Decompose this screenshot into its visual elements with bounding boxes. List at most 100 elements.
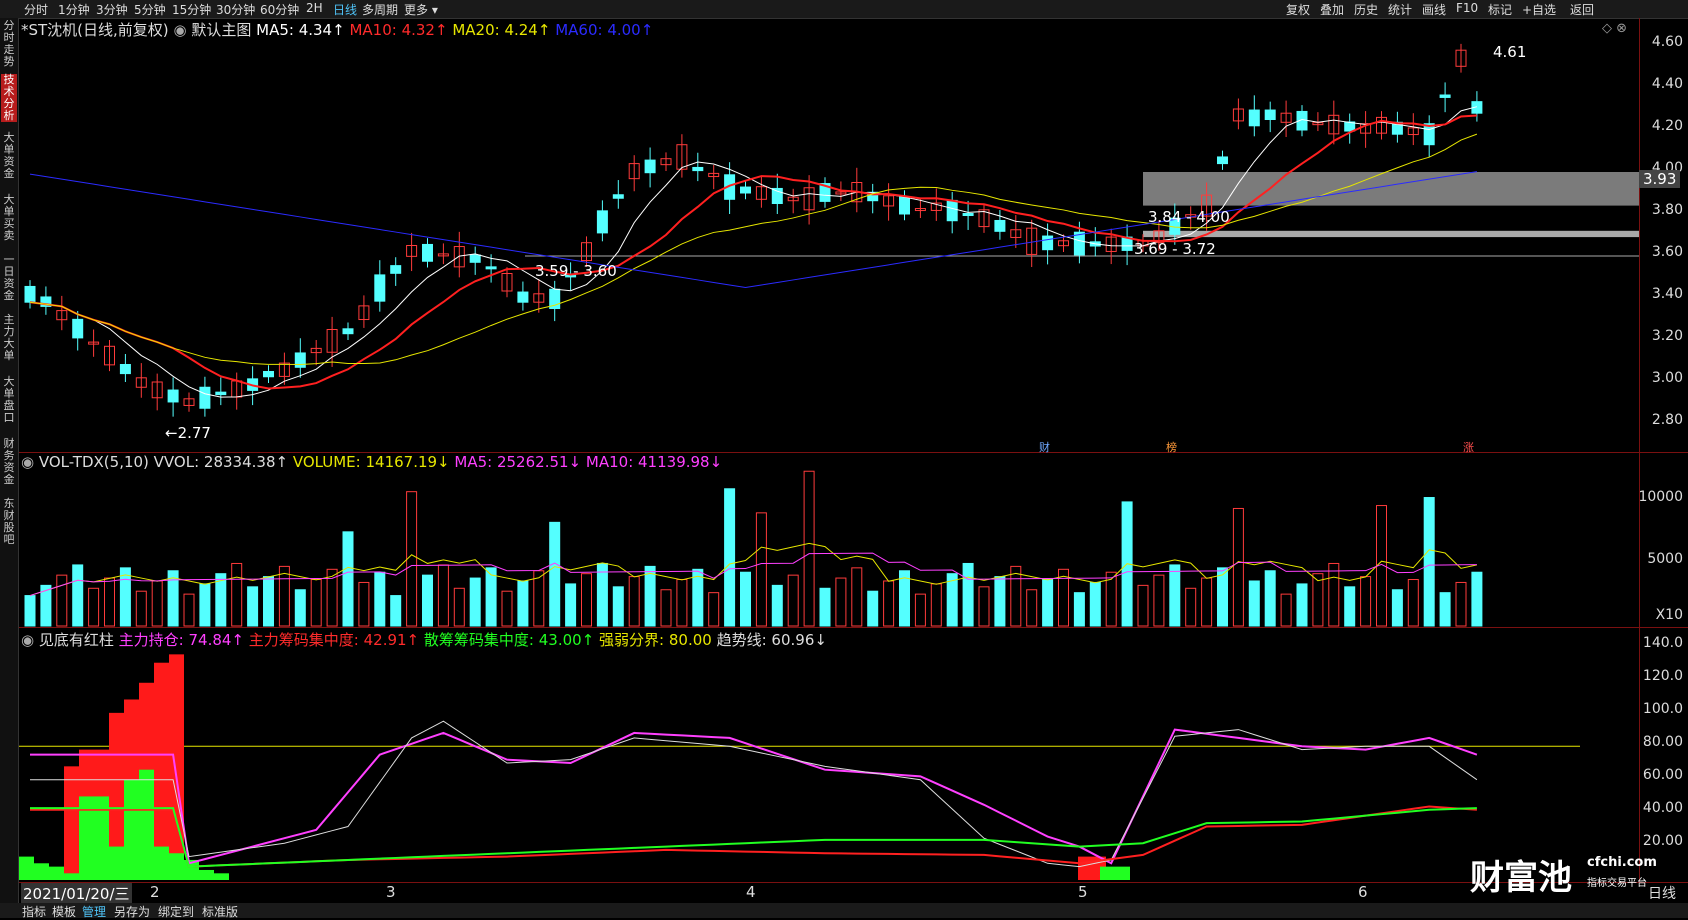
green-column — [199, 869, 214, 880]
green-column — [34, 863, 49, 880]
volume-ma10-line — [29, 552, 1477, 597]
volume-ma5-line — [29, 542, 1478, 597]
settings-icon[interactable]: ◇ — [1602, 21, 1612, 36]
candle — [740, 186, 751, 194]
candle — [1264, 109, 1276, 121]
volume-bar — [1328, 562, 1340, 627]
volume-bar — [978, 586, 990, 627]
volume-bar — [1058, 568, 1069, 627]
volume-bar — [867, 590, 879, 627]
volume-bar — [56, 574, 68, 627]
volume-title[interactable]: VOL-TDX(5,10) VVOL: 28334.38↑ — [39, 453, 288, 471]
ma60-value: MA60: 4.00↑ — [555, 21, 654, 39]
support-zone-label: 3.59 - 3.60 — [535, 262, 617, 280]
volume-ma5: MA5: 25262.51↓ — [454, 453, 582, 471]
indicator-title[interactable]: 见底有红柱 — [39, 631, 114, 649]
main-concentration-line — [30, 805, 1477, 868]
green-column — [64, 873, 79, 880]
tab-save-as[interactable]: 另存为 — [114, 903, 150, 920]
ma10-value: MA10: 4.32↑ — [349, 21, 448, 39]
candle — [72, 318, 84, 339]
close-icon[interactable]: ⊗ — [1616, 21, 1627, 36]
ma5-value: MA5: 4.34↑ — [256, 21, 345, 39]
month-label: 3 — [386, 883, 396, 901]
volume-bar — [72, 564, 84, 627]
volume-bar — [835, 577, 847, 627]
volume-bar — [660, 589, 672, 627]
volume-bar — [596, 562, 608, 627]
candle — [119, 364, 131, 375]
ma20-line — [29, 133, 1478, 366]
resistance-zone-label: 3.84 - 4.00 — [1148, 208, 1230, 226]
limit-up-marker[interactable]: 涨 — [1463, 439, 1474, 455]
volume-bar — [581, 573, 592, 627]
month-label: 5 — [1078, 883, 1088, 901]
settings-icon[interactable]: ◉ — [21, 453, 34, 471]
green-column — [1100, 866, 1130, 880]
volume-bar — [628, 576, 640, 627]
candle — [1217, 156, 1228, 165]
volume-bar — [1137, 584, 1149, 627]
volume-value: VOLUME: 14167.19↓ — [292, 453, 450, 471]
candle — [1248, 109, 1260, 127]
volume-bar — [104, 577, 115, 627]
brand-logo: 财富池 — [1470, 858, 1572, 898]
settings-icon[interactable]: ◉ — [21, 631, 34, 649]
volume-bar — [501, 590, 513, 627]
candle — [1042, 235, 1054, 251]
volume-bar — [119, 567, 131, 627]
volume-bar — [740, 571, 751, 627]
cursor-date: 2021/01/20/三 — [21, 883, 132, 904]
ma20-value: MA20: 4.24↑ — [452, 21, 551, 39]
main-legend: *ST沈机(日线,前复权) ◉ 默认主图 MA5: 4.34↑ MA10: 4.… — [21, 19, 653, 40]
volume-bar — [294, 589, 306, 627]
volume-bar — [469, 577, 481, 627]
candle — [469, 254, 481, 263]
green-column — [19, 856, 34, 880]
volume-bar — [231, 562, 243, 627]
volume-ma10: MA10: 41139.98↓ — [585, 453, 723, 471]
volume-bar — [151, 580, 163, 627]
rank-marker[interactable]: 榜 — [1166, 439, 1177, 455]
volume-bar — [1042, 579, 1054, 627]
candle — [692, 166, 704, 172]
main-indicator-name[interactable]: 默认主图 — [191, 21, 251, 39]
support-zone — [1143, 230, 1639, 238]
tab-standard[interactable]: 标准版 — [202, 903, 238, 920]
retail-concentration-value: 散筹筹码集中度: 43.00↑ — [423, 631, 595, 649]
volume-bar — [883, 580, 895, 627]
tab-template[interactable]: 模板 — [52, 903, 76, 920]
finance-marker[interactable]: 财 — [1039, 439, 1050, 455]
settings-icon[interactable]: ◉ — [173, 21, 186, 39]
volume-bar — [1217, 567, 1228, 627]
volume-bar — [851, 567, 863, 627]
candle — [294, 352, 306, 368]
volume-bar — [390, 595, 402, 627]
tab-manage[interactable]: 管理 — [82, 903, 106, 920]
brand-site: cfchi.com — [1587, 855, 1657, 870]
trend-line-value: 趋势线: 60.96↓ — [716, 631, 827, 649]
volume-bar — [1360, 576, 1372, 627]
candle — [199, 386, 211, 409]
ma10-line — [29, 114, 1477, 390]
volume-bar — [199, 583, 211, 627]
volume-bar — [771, 584, 783, 627]
volume-bar — [1280, 593, 1292, 627]
strong-weak-value: 强弱分界: 80.00 — [599, 631, 712, 649]
volume-bar — [819, 587, 831, 627]
volume-bar — [708, 592, 720, 627]
volume-bar — [644, 565, 656, 627]
panel-controls: ◇ ⊗ — [1602, 21, 1627, 36]
candle — [390, 265, 402, 274]
volume-bar — [358, 581, 370, 627]
red-column — [64, 766, 79, 880]
tab-indicator[interactable]: 指标 — [22, 903, 46, 920]
tab-bind-to[interactable]: 绑定到 — [158, 903, 194, 920]
candle — [167, 389, 179, 403]
volume-bar — [1312, 573, 1324, 627]
volume-bar — [1185, 587, 1197, 627]
volume-bar — [437, 564, 449, 627]
volume-bar — [485, 567, 497, 627]
candle — [422, 243, 433, 262]
indicator-legend: ◉ 见底有红柱 主力持仓: 74.84↑ 主力筹码集中度: 42.91↑ 散筹筹… — [21, 629, 827, 650]
